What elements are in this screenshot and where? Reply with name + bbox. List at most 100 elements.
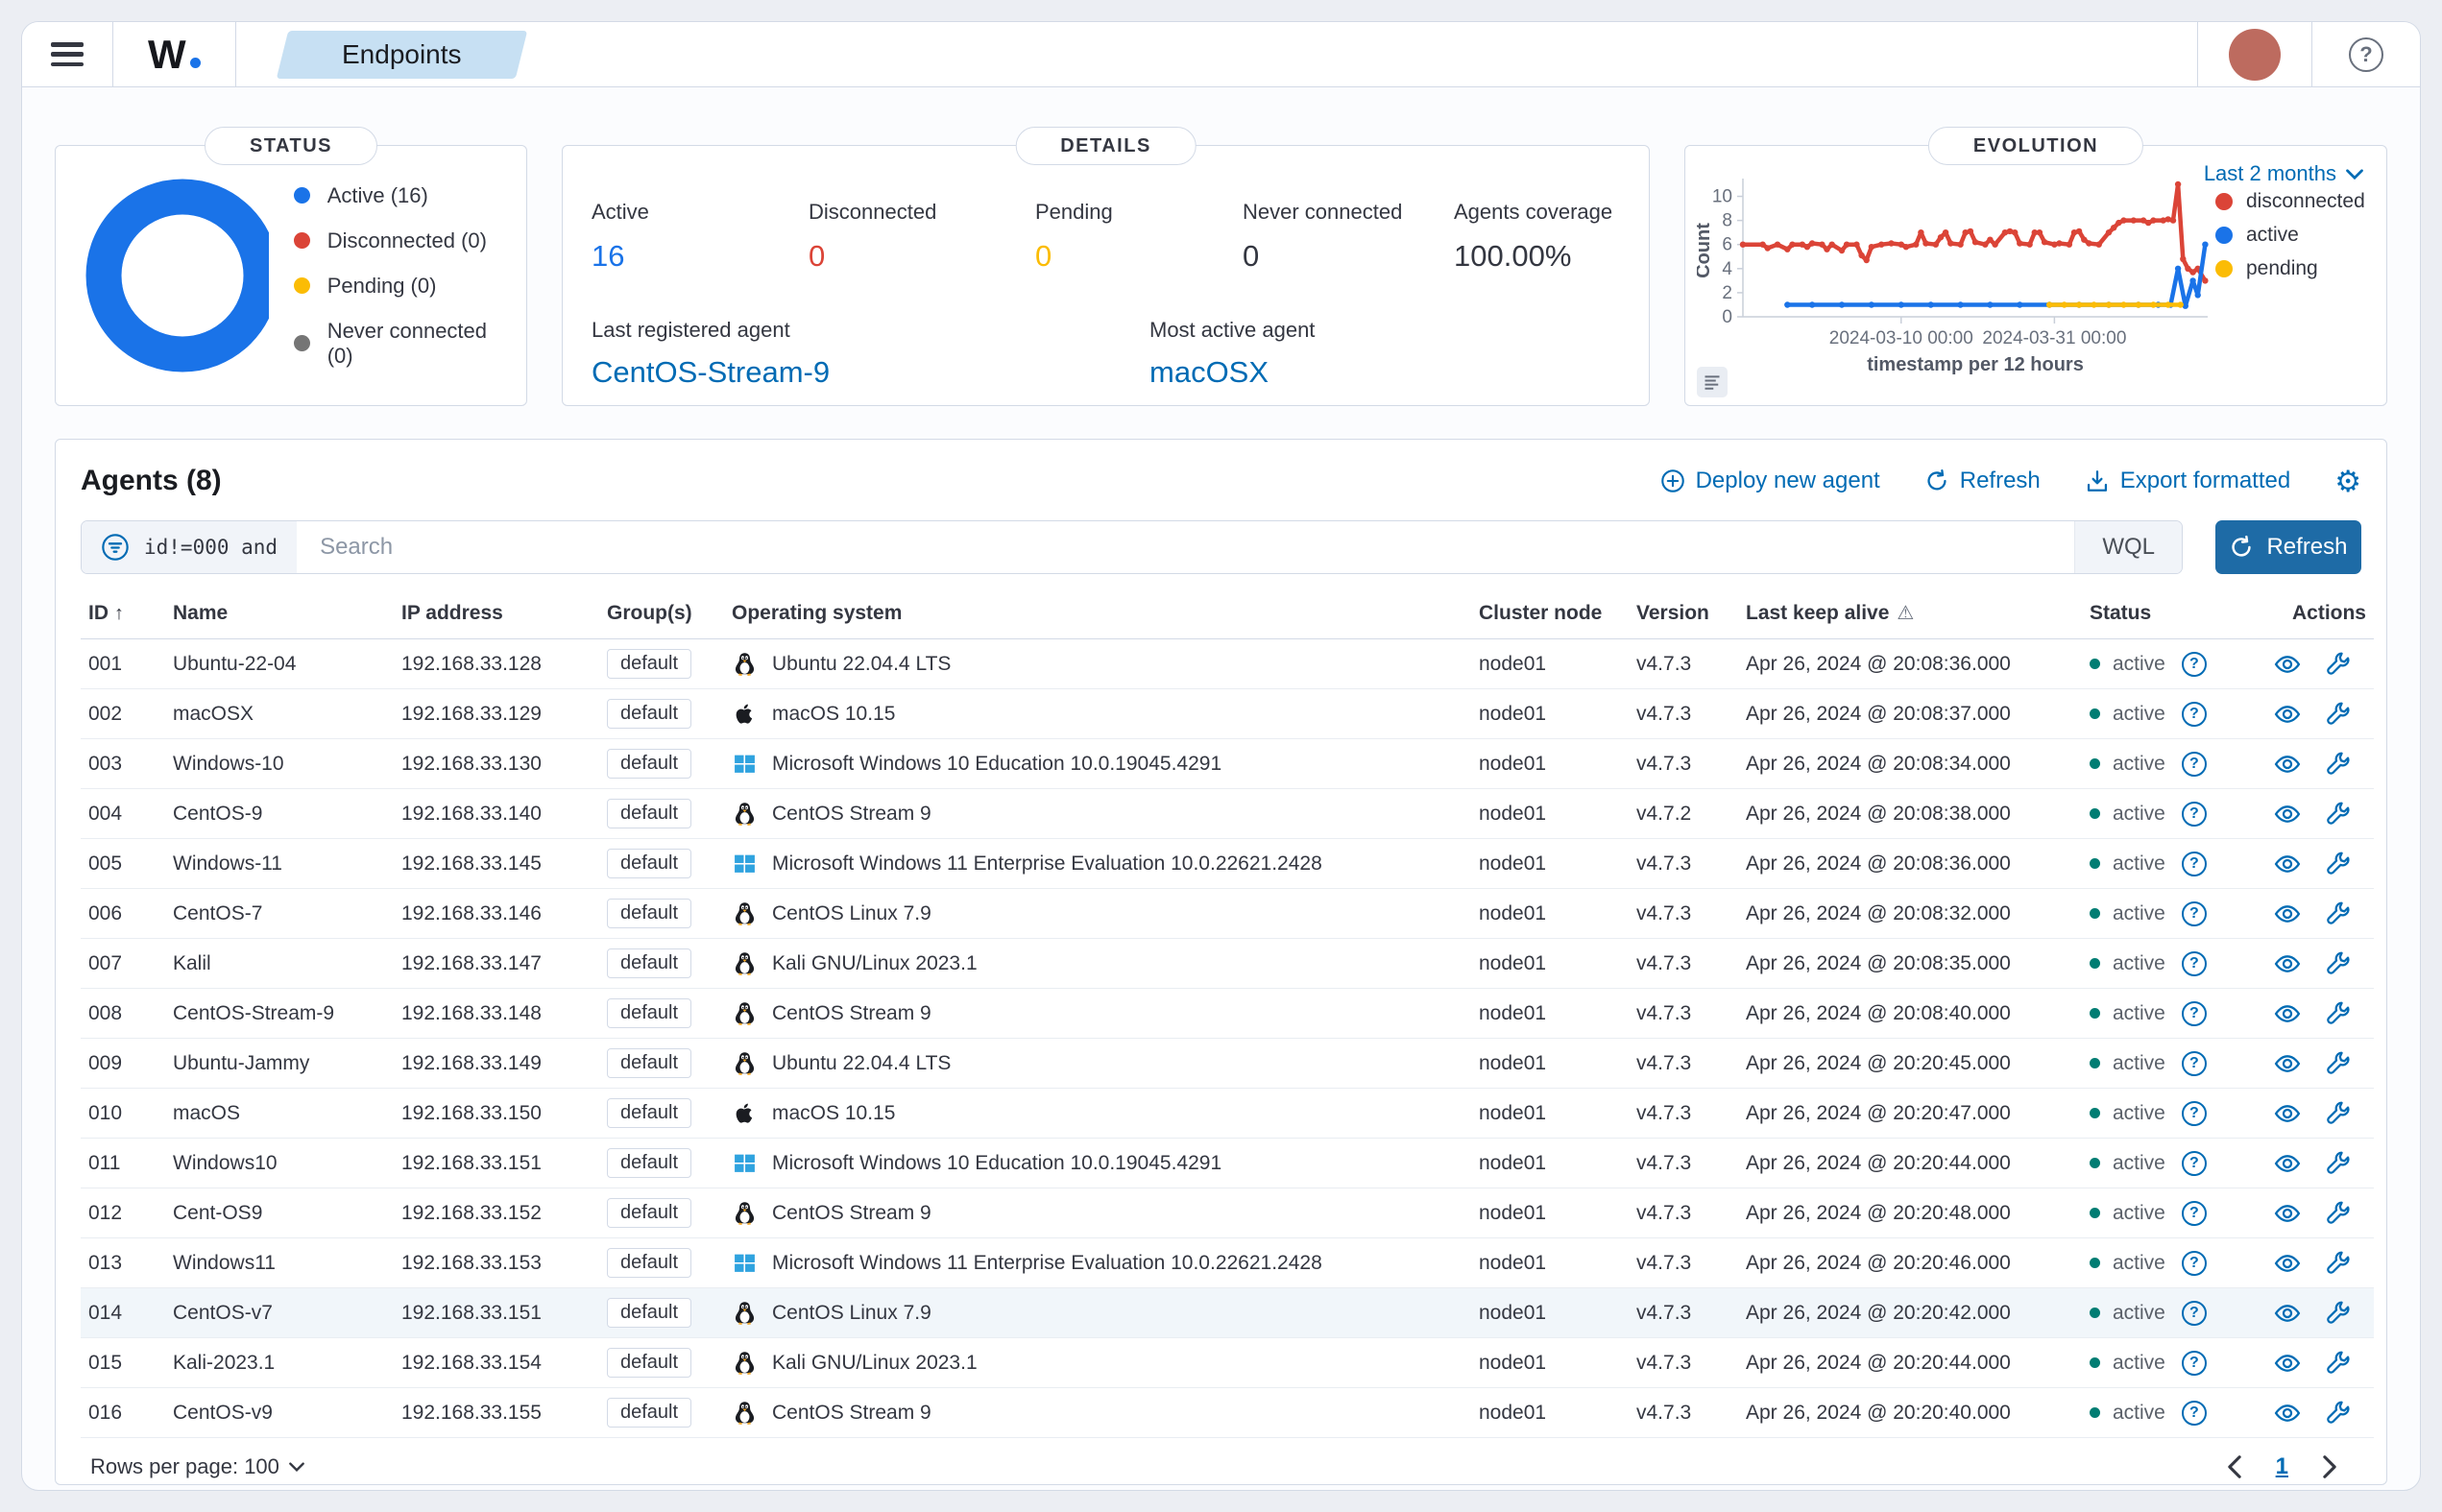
agent-row[interactable]: 006CentOS-7192.168.33.146defaultCentOS L… bbox=[81, 889, 2374, 939]
agent-group-chip[interactable]: default bbox=[607, 1298, 691, 1328]
view-agent-icon[interactable] bbox=[2274, 1250, 2301, 1277]
status-help-icon[interactable]: ? bbox=[2182, 1251, 2207, 1276]
agent-group-chip[interactable]: default bbox=[607, 799, 691, 828]
detail-link-value[interactable]: CentOS-Stream-9 bbox=[592, 355, 1149, 390]
agent-row[interactable]: 001Ubuntu-22-04192.168.33.128defaultUbun… bbox=[81, 639, 2374, 689]
view-agent-icon[interactable] bbox=[2274, 1150, 2301, 1177]
agent-row[interactable]: 003Windows-10192.168.33.130defaultMicros… bbox=[81, 739, 2374, 789]
view-agent-icon[interactable] bbox=[2274, 851, 2301, 877]
detail-link-value[interactable]: macOSX bbox=[1149, 355, 1315, 390]
agent-config-icon[interactable] bbox=[2326, 751, 2351, 778]
agent-group-chip[interactable]: default bbox=[607, 1148, 691, 1178]
status-legend-item[interactable]: Pending (0) bbox=[294, 274, 501, 299]
view-agent-icon[interactable] bbox=[2274, 1400, 2301, 1427]
status-help-icon[interactable]: ? bbox=[2182, 702, 2207, 727]
status-help-icon[interactable]: ? bbox=[2182, 1051, 2207, 1076]
view-agent-icon[interactable] bbox=[2274, 1050, 2301, 1077]
refresh-button[interactable]: Refresh bbox=[2215, 520, 2361, 574]
agents-status-donut-chart[interactable] bbox=[81, 174, 269, 377]
status-legend-item[interactable]: Disconnected (0) bbox=[294, 228, 501, 253]
user-avatar[interactable] bbox=[2229, 29, 2281, 81]
next-page-icon[interactable] bbox=[2323, 1455, 2336, 1478]
search-input[interactable] bbox=[297, 534, 2074, 561]
rows-per-page-selector[interactable]: Rows per page: 100 bbox=[90, 1454, 304, 1479]
status-help-icon[interactable]: ? bbox=[2182, 1151, 2207, 1176]
agent-group-chip[interactable]: default bbox=[607, 849, 691, 878]
agent-group-chip[interactable]: default bbox=[607, 649, 691, 679]
previous-page-icon[interactable] bbox=[2228, 1455, 2241, 1478]
agent-row[interactable]: 014CentOS-v7192.168.33.151defaultCentOS … bbox=[81, 1288, 2374, 1338]
view-agent-icon[interactable] bbox=[2274, 751, 2301, 778]
export-formatted-button[interactable]: Export formatted bbox=[2085, 468, 2290, 494]
agent-config-icon[interactable] bbox=[2326, 1000, 2351, 1027]
agent-row[interactable]: 004CentOS-9192.168.33.140defaultCentOS S… bbox=[81, 789, 2374, 839]
column-header-actions[interactable]: Actions bbox=[2228, 588, 2374, 639]
view-agent-icon[interactable] bbox=[2274, 950, 2301, 977]
status-help-icon[interactable]: ? bbox=[2182, 1001, 2207, 1026]
deploy-new-agent-button[interactable]: Deploy new agent bbox=[1660, 468, 1880, 494]
agent-row[interactable]: 002macOSX192.168.33.129defaultmacOS 10.1… bbox=[81, 689, 2374, 739]
agent-group-chip[interactable]: default bbox=[607, 948, 691, 978]
agent-row[interactable]: 013Windows11192.168.33.153defaultMicroso… bbox=[81, 1238, 2374, 1288]
status-help-icon[interactable]: ? bbox=[2182, 1201, 2207, 1226]
evolution-legend-item[interactable]: active bbox=[2215, 224, 2365, 247]
view-agent-icon[interactable] bbox=[2274, 801, 2301, 828]
agent-group-chip[interactable]: default bbox=[607, 1398, 691, 1428]
column-header-operating-system[interactable]: Operating system bbox=[724, 588, 1471, 639]
agent-config-icon[interactable] bbox=[2326, 1350, 2351, 1377]
agent-group-chip[interactable]: default bbox=[607, 1248, 691, 1278]
agent-row[interactable]: 015Kali-2023.1192.168.33.154defaultKali … bbox=[81, 1338, 2374, 1388]
status-legend-item[interactable]: Active (16) bbox=[294, 183, 501, 208]
agent-group-chip[interactable]: default bbox=[607, 998, 691, 1028]
search-bar[interactable]: id!=000 and WQL bbox=[81, 520, 2183, 574]
column-header-last-keep-alive[interactable]: Last keep alive⚠ bbox=[1738, 588, 2082, 639]
column-header-cluster-node[interactable]: Cluster node bbox=[1471, 588, 1629, 639]
status-help-icon[interactable]: ? bbox=[2182, 951, 2207, 976]
view-agent-icon[interactable] bbox=[2274, 1350, 2301, 1377]
agent-config-icon[interactable] bbox=[2326, 701, 2351, 728]
agent-group-chip[interactable]: default bbox=[607, 699, 691, 729]
view-agent-icon[interactable] bbox=[2274, 1300, 2301, 1327]
agent-config-icon[interactable] bbox=[2326, 1050, 2351, 1077]
agent-row[interactable]: 009Ubuntu-Jammy192.168.33.149defaultUbun… bbox=[81, 1039, 2374, 1089]
gear-icon[interactable]: ⚙ bbox=[2334, 467, 2361, 496]
agent-group-chip[interactable]: default bbox=[607, 1348, 691, 1378]
view-agent-icon[interactable] bbox=[2274, 701, 2301, 728]
refresh-button[interactable]: Refresh bbox=[1924, 468, 2041, 494]
menu-icon[interactable] bbox=[51, 42, 84, 66]
agent-row[interactable]: 008CentOS-Stream-9192.168.33.148defaultC… bbox=[81, 989, 2374, 1039]
status-legend-item[interactable]: Never connected (0) bbox=[294, 319, 501, 369]
agent-config-icon[interactable] bbox=[2326, 801, 2351, 828]
agent-config-icon[interactable] bbox=[2326, 1200, 2351, 1227]
agent-config-icon[interactable] bbox=[2326, 1300, 2351, 1327]
evolution-legend-item[interactable]: disconnected bbox=[2215, 190, 2365, 213]
agent-row[interactable]: 011Windows10192.168.33.151defaultMicroso… bbox=[81, 1139, 2374, 1188]
agent-config-icon[interactable] bbox=[2326, 1100, 2351, 1127]
status-help-icon[interactable]: ? bbox=[2182, 852, 2207, 876]
agent-row[interactable]: 012Cent-OS9192.168.33.152defaultCentOS S… bbox=[81, 1188, 2374, 1238]
status-help-icon[interactable]: ? bbox=[2182, 901, 2207, 926]
column-header-name[interactable]: Name bbox=[165, 588, 394, 639]
view-agent-icon[interactable] bbox=[2274, 900, 2301, 927]
column-header-group-s-[interactable]: Group(s) bbox=[599, 588, 724, 639]
agent-config-icon[interactable] bbox=[2326, 1150, 2351, 1177]
query-language-badge[interactable]: WQL bbox=[2074, 521, 2182, 573]
agent-config-icon[interactable] bbox=[2326, 651, 2351, 678]
page-number[interactable]: 1 bbox=[2276, 1453, 2288, 1480]
view-agent-icon[interactable] bbox=[2274, 1200, 2301, 1227]
agent-row[interactable]: 010macOS192.168.33.150defaultmacOS 10.15… bbox=[81, 1089, 2374, 1139]
status-help-icon[interactable]: ? bbox=[2182, 652, 2207, 677]
agent-group-chip[interactable]: default bbox=[607, 1098, 691, 1128]
time-range-selector[interactable]: Last 2 months bbox=[2204, 161, 2363, 186]
breadcrumb-endpoints-tab[interactable]: Endpoints bbox=[276, 31, 526, 79]
evolution-legend-item[interactable]: pending bbox=[2215, 257, 2365, 280]
agent-group-chip[interactable]: default bbox=[607, 1048, 691, 1078]
column-header-id[interactable]: ID↑ bbox=[81, 588, 165, 639]
agent-config-icon[interactable] bbox=[2326, 1250, 2351, 1277]
chart-inspect-icon[interactable] bbox=[1697, 367, 1728, 397]
status-help-icon[interactable]: ? bbox=[2182, 1401, 2207, 1426]
agent-row[interactable]: 007Kalil192.168.33.147defaultKali GNU/Li… bbox=[81, 939, 2374, 989]
view-agent-icon[interactable] bbox=[2274, 1100, 2301, 1127]
agent-row[interactable]: 005Windows-11192.168.33.145defaultMicros… bbox=[81, 839, 2374, 889]
agent-group-chip[interactable]: default bbox=[607, 749, 691, 779]
